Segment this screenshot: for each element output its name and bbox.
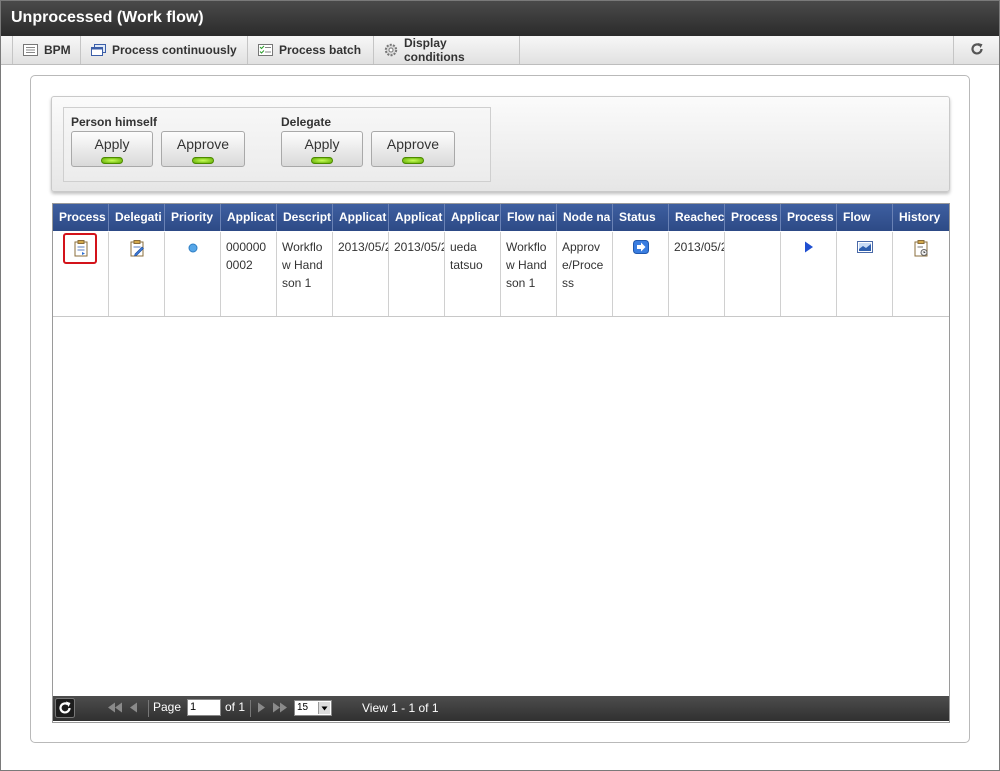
cell-node-name: Approve/Process xyxy=(557,232,613,316)
bpm-label: BPM xyxy=(44,43,71,57)
windows-icon xyxy=(91,44,106,56)
col-application-no[interactable]: Applicat xyxy=(221,204,277,231)
cell-application-date-2: 2013/05/2 xyxy=(389,232,445,316)
display-conditions-label: Display conditions xyxy=(404,36,465,64)
process-continuously-button[interactable]: Process continuously xyxy=(81,36,248,64)
green-led-icon xyxy=(402,157,424,164)
page-number-input[interactable]: 1 xyxy=(187,699,221,716)
green-led-icon xyxy=(192,157,214,164)
delegate-label: Delegate xyxy=(281,115,332,129)
process-batch-button[interactable]: Process batch xyxy=(248,36,374,64)
delegate-approve-button[interactable]: Approve xyxy=(371,131,455,167)
bpm-button[interactable]: BPM xyxy=(12,36,81,64)
col-process[interactable]: Process xyxy=(53,204,109,231)
table-row[interactable]: 0000000002 Workflow Handson 1 2013/05/2 … xyxy=(53,232,949,317)
cell-application-no: 0000000002 xyxy=(221,232,277,316)
col-priority[interactable]: Priority xyxy=(165,204,221,231)
person-himself-label: Person himself xyxy=(71,115,158,129)
task-grid: Process Delegati Priority Applicat Descr… xyxy=(52,203,950,723)
col-process-2[interactable]: Process xyxy=(725,204,781,231)
cell-application-date: 2013/05/2 xyxy=(333,232,389,316)
pager-separator xyxy=(148,700,149,717)
workflow-window: Unprocessed (Work flow) BPM Process cont… xyxy=(0,0,1000,771)
cell-delegation xyxy=(109,232,165,316)
grid-pager: Page 1 of 1 15 View 1 - 1 of 1 xyxy=(53,696,949,721)
cell-reached: 2013/05/2 xyxy=(669,232,725,316)
col-flow-name[interactable]: Flow nai xyxy=(501,204,557,231)
cell-history xyxy=(893,232,949,316)
process-batch-label: Process batch xyxy=(279,43,362,57)
rows-per-page-select[interactable]: 15 xyxy=(294,700,332,716)
page-of-label: of 1 xyxy=(225,700,246,714)
checklist-icon xyxy=(258,44,273,56)
cell-flow-name: Workflow Handson 1 xyxy=(501,232,557,316)
priority-dot-icon xyxy=(188,240,198,258)
person-approve-button[interactable]: Approve xyxy=(161,131,245,167)
col-reached[interactable]: Reachec xyxy=(669,204,725,231)
delegate-apply-button[interactable]: Apply xyxy=(281,131,363,167)
refresh-icon xyxy=(970,42,984,59)
delegate-approve-label: Approve xyxy=(386,136,440,152)
delegate-apply-label: Apply xyxy=(304,136,340,152)
col-history[interactable]: History xyxy=(893,204,949,231)
toolbar: BPM Process continuously Process batch D… xyxy=(1,36,999,65)
col-delegation[interactable]: Delegati xyxy=(109,204,165,231)
col-application-date-2[interactable]: Applicat xyxy=(389,204,445,231)
green-led-icon xyxy=(311,157,333,164)
status-arrow-icon[interactable] xyxy=(632,240,649,259)
view-range-text: View 1 - 1 of 1 xyxy=(362,701,439,715)
col-applicant[interactable]: Applicar xyxy=(445,204,501,231)
person-approve-label: Approve xyxy=(176,136,230,152)
display-conditions-button[interactable]: Display conditions xyxy=(374,36,520,64)
grid-header: Process Delegati Priority Applicat Descr… xyxy=(53,204,949,231)
play-icon[interactable] xyxy=(804,240,814,258)
pager-refresh-button[interactable] xyxy=(55,698,75,721)
cell-process-2 xyxy=(725,232,781,316)
cell-description: Workflow Handson 1 xyxy=(277,232,333,316)
person-apply-label: Apply xyxy=(94,136,130,152)
col-node-name[interactable]: Node na xyxy=(557,204,613,231)
col-description[interactable]: Descript xyxy=(277,204,333,231)
col-application-date[interactable]: Applicat xyxy=(333,204,389,231)
col-status[interactable]: Status xyxy=(613,204,669,231)
bpm-icon xyxy=(23,44,38,56)
page-label: Page xyxy=(153,700,182,714)
action-button-box: Person himself Apply Approve Delegate Ap… xyxy=(63,107,491,182)
green-led-icon xyxy=(101,157,123,164)
chevron-down-icon xyxy=(318,702,330,714)
cell-process xyxy=(53,232,109,316)
cell-process-3 xyxy=(781,232,837,316)
history-clipboard-icon[interactable] xyxy=(913,240,929,262)
last-page-icon[interactable] xyxy=(272,702,288,716)
process-clipboard-icon[interactable] xyxy=(73,240,89,262)
prev-page-icon[interactable] xyxy=(129,702,138,716)
flow-diagram-icon[interactable] xyxy=(856,240,873,258)
col-process-3[interactable]: Process xyxy=(781,204,837,231)
cell-status xyxy=(613,232,669,316)
window-title: Unprocessed (Work flow) xyxy=(11,9,204,26)
action-area: Person himself Apply Approve Delegate Ap… xyxy=(51,96,950,192)
cell-applicant: ueda tatsuo xyxy=(445,232,501,316)
cell-priority xyxy=(165,232,221,316)
refresh-button[interactable] xyxy=(953,36,999,64)
gear-icon xyxy=(384,43,398,57)
first-page-icon[interactable] xyxy=(107,702,123,716)
col-flow[interactable]: Flow xyxy=(837,204,893,231)
pager-separator xyxy=(250,700,251,717)
delegation-clipboard-icon[interactable] xyxy=(129,240,145,262)
process-continuously-label: Process continuously xyxy=(112,43,237,57)
cell-flow xyxy=(837,232,893,316)
rows-per-page-value: 15 xyxy=(297,702,309,713)
title-bar: Unprocessed (Work flow) xyxy=(1,1,999,36)
next-page-icon[interactable] xyxy=(257,702,266,716)
person-apply-button[interactable]: Apply xyxy=(71,131,153,167)
